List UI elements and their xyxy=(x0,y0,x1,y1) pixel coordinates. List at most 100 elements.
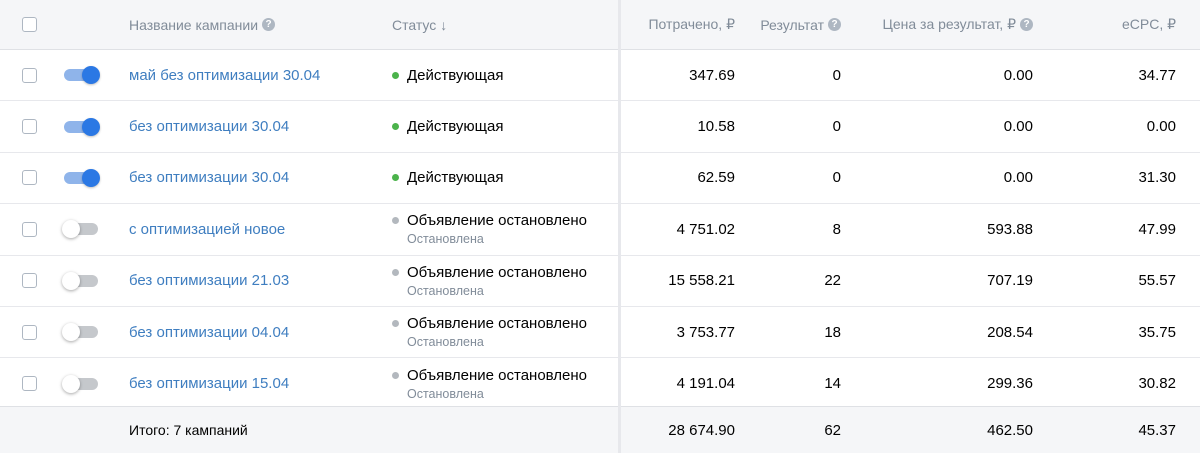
row-spent-cell: 62.59 xyxy=(620,153,735,203)
row-ecpc-cell: 0.00 xyxy=(1033,101,1176,151)
row-toggle-cell xyxy=(62,307,106,357)
row-checkbox-cell xyxy=(18,307,40,357)
status-dot-icon xyxy=(392,174,399,182)
spent-value: 347.69 xyxy=(689,66,735,84)
status-line: Объявление остановлено xyxy=(392,212,587,229)
row-checkbox[interactable] xyxy=(21,170,37,186)
footer-ecpc-cell: 45.37 xyxy=(1033,407,1176,453)
campaign-status: Объявление остановлено Остановлена xyxy=(392,367,587,401)
row-ecpc-cell: 31.30 xyxy=(1033,153,1176,203)
row-checkbox[interactable] xyxy=(21,221,37,237)
row-spent-cell: 10.58 xyxy=(620,101,735,151)
row-ecpc-cell: 34.77 xyxy=(1033,50,1176,100)
status-dot-icon xyxy=(392,371,399,379)
spent-value: 10.58 xyxy=(697,118,735,136)
ecpc-value: 31.30 xyxy=(1138,169,1176,187)
help-icon[interactable]: ? xyxy=(1020,18,1033,31)
campaign-name-link[interactable]: без оптимизации 04.04 xyxy=(129,324,289,341)
ecpc-value: 47.99 xyxy=(1138,220,1176,238)
status-text: Объявление остановлено xyxy=(407,366,588,384)
table-row: без оптимизации 30.04 Действующая 10.58 … xyxy=(0,101,1200,153)
campaign-name-link[interactable]: без оптимизации 21.03 xyxy=(129,272,289,289)
result-value: 22 xyxy=(824,272,841,290)
sort-arrow-down-icon: ↓ xyxy=(440,16,448,33)
row-price-cell: 299.36 xyxy=(841,358,1033,408)
header-result[interactable]: Результат ? xyxy=(760,17,841,33)
select-all-checkbox[interactable] xyxy=(21,17,37,32)
row-status-cell: Действующая xyxy=(392,101,620,151)
header-spent[interactable]: Потрачено, ₽ xyxy=(648,16,735,33)
price-value: 593.88 xyxy=(987,220,1033,238)
header-status-label: Статус xyxy=(392,16,437,33)
campaign-name-link[interactable]: май без оптимизации 30.04 xyxy=(129,67,320,84)
status-text: Объявление остановлено xyxy=(407,315,588,333)
campaign-name-link[interactable]: без оптимизации 30.04 xyxy=(129,118,289,135)
help-icon[interactable]: ? xyxy=(262,18,276,31)
row-checkbox-cell xyxy=(18,204,40,254)
row-checkbox[interactable] xyxy=(21,376,37,392)
status-subtext: Остановлена xyxy=(407,232,484,247)
price-value: 208.54 xyxy=(987,323,1033,341)
toggle-knob xyxy=(82,66,100,85)
help-icon[interactable]: ? xyxy=(828,18,841,31)
campaign-toggle[interactable] xyxy=(62,271,100,291)
row-result-cell: 8 xyxy=(735,204,841,254)
footer-spent-value: 28 674.90 xyxy=(668,421,735,439)
row-spent-cell: 15 558.21 xyxy=(620,256,735,306)
row-toggle-cell xyxy=(62,153,106,203)
status-text: Действующая xyxy=(407,118,504,136)
toggle-knob xyxy=(62,271,80,290)
row-checkbox[interactable] xyxy=(21,119,37,135)
row-toggle-cell xyxy=(62,101,106,151)
footer-result-value: 62 xyxy=(824,421,841,439)
campaign-name-link[interactable]: с оптимизацией новое xyxy=(129,221,285,238)
status-text: Действующая xyxy=(407,66,504,84)
row-price-cell: 208.54 xyxy=(841,307,1033,357)
campaign-name-link[interactable]: без оптимизации 15.04 xyxy=(129,375,289,392)
price-value: 707.19 xyxy=(987,272,1033,290)
status-subtext: Остановлена xyxy=(407,335,484,350)
ecpc-value: 34.77 xyxy=(1138,66,1176,84)
campaign-toggle[interactable] xyxy=(62,322,100,342)
row-status-cell: Действующая xyxy=(392,153,620,203)
row-checkbox-cell xyxy=(18,153,40,203)
row-price-cell: 0.00 xyxy=(841,50,1033,100)
result-value: 8 xyxy=(832,220,841,238)
status-dot-icon xyxy=(392,320,399,328)
row-checkbox-cell xyxy=(18,256,40,306)
status-text: Действующая xyxy=(407,169,504,187)
header-price[interactable]: Цена за результат, ₽ ? xyxy=(882,16,1033,33)
row-spent-cell: 4 751.02 xyxy=(620,204,735,254)
table-row: без оптимизации 15.04 Объявление останов… xyxy=(0,358,1200,410)
campaign-status: Объявление остановлено Остановлена xyxy=(392,264,587,298)
footer-result-cell: 62 xyxy=(735,407,841,453)
row-name-cell: с оптимизацией новое xyxy=(129,204,384,254)
header-name[interactable]: Название кампании ? xyxy=(129,17,276,33)
price-value: 0.00 xyxy=(1003,169,1033,187)
footer-ecpc-value: 45.37 xyxy=(1138,421,1176,439)
row-toggle-cell xyxy=(62,256,106,306)
row-result-cell: 22 xyxy=(735,256,841,306)
row-checkbox[interactable] xyxy=(21,67,37,83)
campaign-toggle[interactable] xyxy=(62,168,100,188)
campaign-toggle[interactable] xyxy=(62,219,100,239)
header-result-label: Результат xyxy=(760,16,824,33)
ecpc-value: 30.82 xyxy=(1138,375,1176,393)
campaign-toggle[interactable] xyxy=(62,65,100,85)
campaign-toggle[interactable] xyxy=(62,374,100,394)
result-value: 0 xyxy=(832,66,841,84)
table-header: Название кампании ? Статус ↓ Потрачено, … xyxy=(0,0,1200,50)
header-status[interactable]: Статус ↓ xyxy=(392,17,447,33)
status-line: Действующая xyxy=(392,67,503,84)
status-line: Действующая xyxy=(392,118,503,135)
table-row: с оптимизацией новое Объявление остановл… xyxy=(0,204,1200,256)
campaign-status: Объявление остановлено Остановлена xyxy=(392,315,587,349)
campaign-name-link[interactable]: без оптимизации 30.04 xyxy=(129,169,289,186)
footer-total-label: Итого: 7 кампаний xyxy=(129,422,248,438)
row-checkbox[interactable] xyxy=(21,273,37,289)
row-price-cell: 0.00 xyxy=(841,153,1033,203)
row-checkbox[interactable] xyxy=(21,324,37,340)
status-subtext: Остановлена xyxy=(407,386,484,401)
campaign-toggle[interactable] xyxy=(62,117,100,137)
header-ecpc[interactable]: eCPC, ₽ xyxy=(1122,16,1176,33)
